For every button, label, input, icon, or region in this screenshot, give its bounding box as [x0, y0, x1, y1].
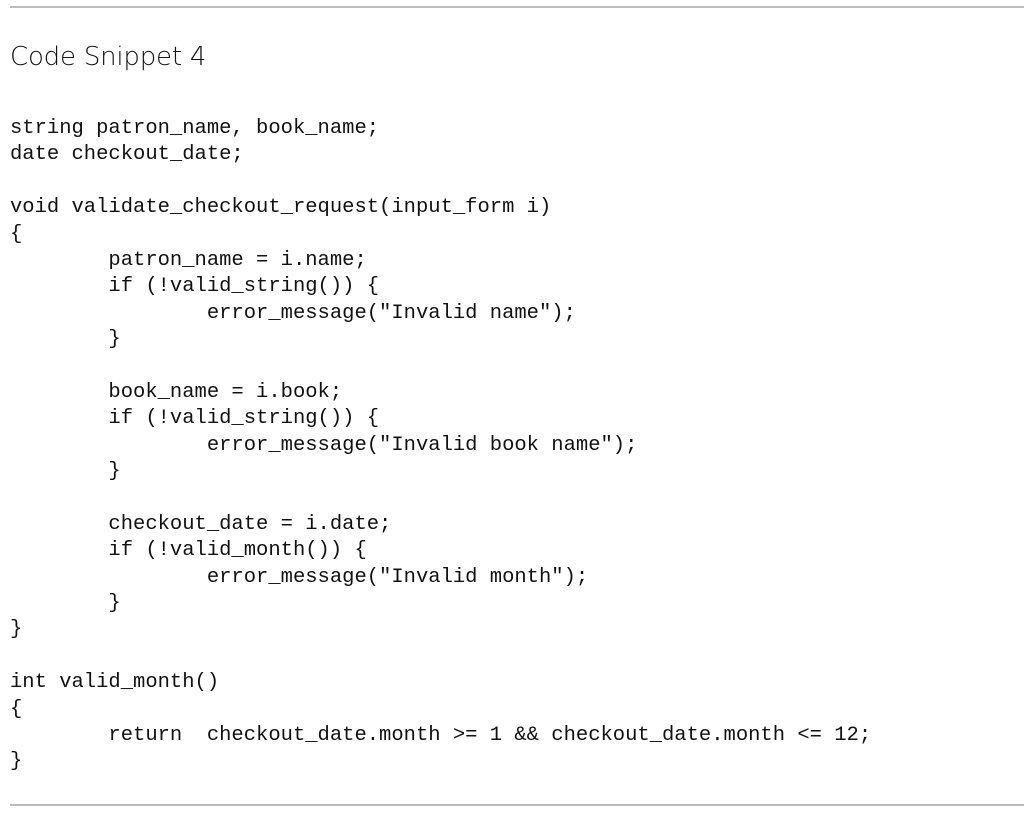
- code-line: {: [10, 222, 23, 246]
- bottom-divider: [10, 804, 1024, 806]
- code-line: error_message("Invalid month");: [10, 565, 589, 589]
- top-divider: [10, 6, 1024, 8]
- code-line: return checkout_date.month >= 1 && check…: [10, 723, 872, 747]
- code-line: if (!valid_month()) {: [10, 539, 367, 563]
- snippet-title: Code Snippet 4: [10, 42, 207, 72]
- code-line: void validate_checkout_request(input_for…: [10, 196, 552, 220]
- code-line: }: [10, 618, 23, 642]
- code-line: patron_name = i.name;: [10, 248, 367, 272]
- code-line: if (!valid_string()) {: [10, 275, 380, 299]
- document-page: Code Snippet 4 string patron_name, book_…: [0, 0, 1024, 819]
- code-line: date checkout_date;: [10, 143, 244, 167]
- code-line: error_message("Invalid name");: [10, 301, 576, 325]
- code-line: string patron_name, book_name;: [10, 117, 380, 140]
- code-line: checkout_date = i.date;: [10, 512, 392, 536]
- code-line: error_message("Invalid book name");: [10, 433, 638, 457]
- code-line: if (!valid_string()) {: [10, 407, 380, 431]
- code-line: }: [10, 328, 121, 352]
- code-block: string patron_name, book_name;date check…: [10, 116, 871, 776]
- code-line: }: [10, 460, 121, 484]
- code-line: int valid_month(): [10, 671, 220, 695]
- code-line: }: [10, 592, 121, 616]
- code-line: book_name = i.book;: [10, 380, 343, 404]
- code-line: }: [10, 750, 23, 774]
- code-line: {: [10, 697, 23, 721]
